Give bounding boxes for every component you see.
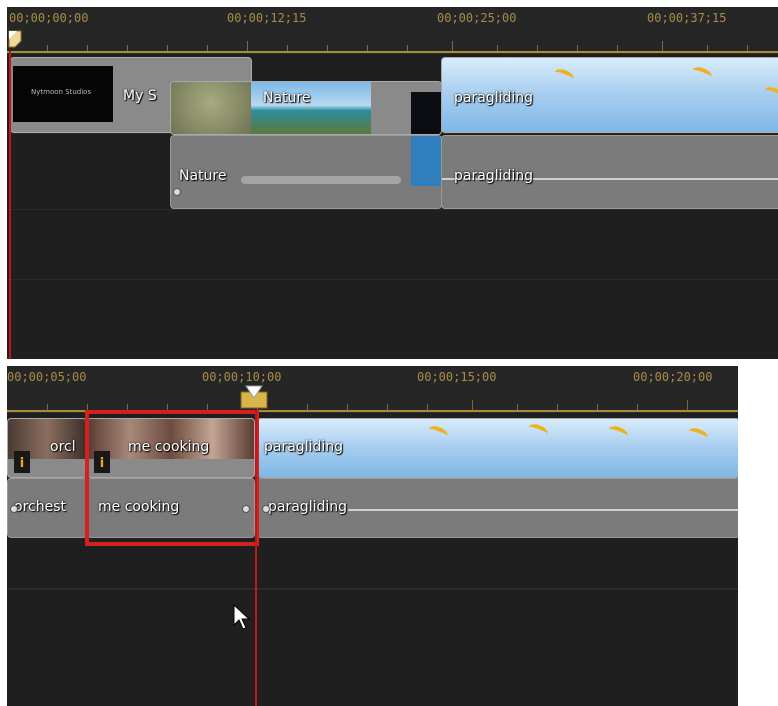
nature-transition-thumbnail: [171, 82, 251, 134]
paragliding-video-clip[interactable]: paragliding: [257, 418, 738, 478]
clip-label: paragliding: [454, 168, 534, 184]
clip-label: orchest: [14, 499, 66, 515]
info-icon[interactable]: i: [14, 451, 30, 473]
clip-label: paragliding: [264, 439, 344, 455]
clip-label: Nature: [263, 90, 311, 106]
timecode-label: 00;00;25;00: [437, 11, 517, 25]
audio-handle[interactable]: [10, 505, 18, 513]
title-card-text: Nytmoon Studios: [31, 88, 92, 96]
audio-handle[interactable]: [262, 505, 270, 513]
clip-label: paragliding: [268, 499, 348, 515]
paragliding-audio-clip[interactable]: paragliding: [257, 478, 738, 538]
clip-label: My S: [123, 88, 157, 104]
timeline-panel-top: 00;00;00;00 00;00;12;15 00;00;25;00 00;0…: [7, 7, 778, 359]
timecode-label: 00;00;20;00: [633, 370, 713, 384]
clip-label: paragliding: [454, 90, 534, 106]
track-4: [7, 588, 738, 706]
timecode-label: 00;00;00;00: [9, 11, 89, 25]
time-ruler-bottom[interactable]: 00;00;05;00 00;00;10;00 00;00;15;00 00;0…: [7, 366, 738, 412]
timecode-label: 00;00;10;00: [202, 370, 282, 384]
time-ruler-top[interactable]: 00;00;00;00 00;00;12;15 00;00;25;00 00;0…: [7, 7, 778, 53]
dark-thumbnail: [411, 92, 441, 134]
audio-thumbnail: [411, 136, 441, 186]
nature-audio-clip[interactable]: Nature: [170, 135, 442, 209]
orchestra-audio-clip[interactable]: orchest: [7, 478, 87, 538]
orchestra-video-clip[interactable]: orcl i: [7, 418, 87, 478]
playhead-line: [9, 51, 11, 359]
timecode-label: 00;00;15;00: [417, 370, 497, 384]
playhead-line: [255, 410, 257, 706]
clip-label: orcl: [50, 439, 76, 455]
playhead-marker-icon[interactable]: [7, 29, 23, 49]
track-4: [7, 279, 778, 359]
clip-label: Nature: [179, 168, 227, 184]
timecode-label: 00;00;12;15: [227, 11, 307, 25]
paragliding-audio-clip[interactable]: paragliding: [441, 135, 778, 209]
selected-clip-outline: [85, 410, 259, 546]
mouse-cursor-icon: [233, 604, 251, 630]
timecode-label: 00;00;37;15: [647, 11, 727, 25]
audio-handle[interactable]: [173, 188, 181, 196]
nature-video-clip[interactable]: Nature: [170, 81, 442, 135]
playhead-marker-icon[interactable]: [239, 384, 269, 410]
title-thumbnail: Nytmoon Studios: [13, 66, 113, 122]
track-3: [7, 209, 778, 280]
timecode-label: 00;00;05;00: [7, 370, 87, 384]
timeline-panel-bottom: 00;00;05;00 00;00;10;00 00;00;15;00 00;0…: [7, 366, 738, 706]
paragliding-video-clip[interactable]: paragliding: [441, 57, 778, 133]
